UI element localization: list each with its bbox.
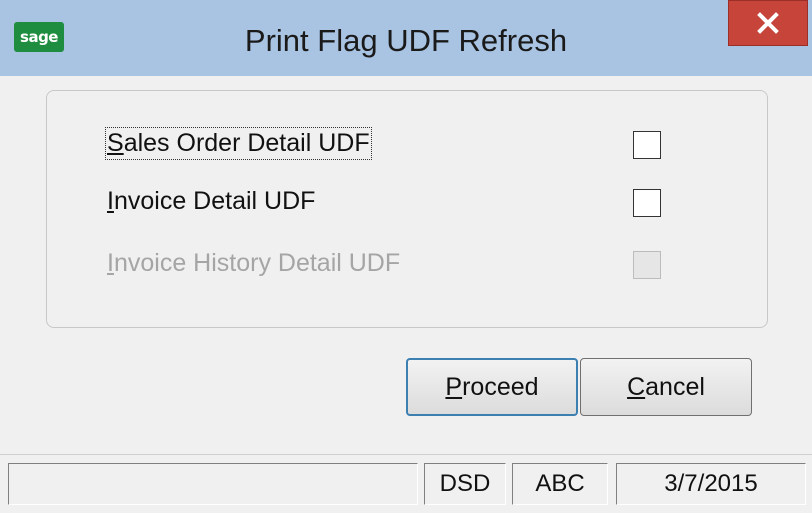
window-title: Print Flag UDF Refresh: [244, 23, 568, 58]
cancel-button[interactable]: Cancel: [580, 358, 752, 416]
invoice-detail-udf-checkbox[interactable]: [633, 189, 661, 217]
invoice-detail-udf-label[interactable]: Invoice Detail UDF: [107, 187, 315, 216]
status-company-code: DSD: [424, 463, 506, 505]
close-button[interactable]: [728, 0, 808, 46]
invoice-history-detail-udf-label: Invoice History Detail UDF: [107, 249, 401, 277]
sales-order-detail-udf-checkbox[interactable]: [633, 131, 661, 159]
options-group: Sales Order Detail UDF Invoice Detail UD…: [46, 90, 768, 328]
invoice-history-detail-udf-checkbox: [633, 251, 661, 279]
sage-logo: sage: [14, 22, 64, 52]
dialog-body: Sales Order Detail UDF Invoice Detail UD…: [10, 76, 802, 454]
status-company: ABC: [512, 463, 608, 505]
title-bar[interactable]: sage Print Flag UDF Refresh: [0, 0, 812, 76]
status-date: 3/7/2015: [616, 463, 806, 505]
dialog-window: sage Print Flag UDF Refresh Sales Order …: [0, 0, 812, 513]
sales-order-detail-udf-label[interactable]: Sales Order Detail UDF: [105, 127, 372, 160]
close-icon: [757, 12, 779, 34]
status-bar: DSD ABC 3/7/2015: [0, 454, 812, 513]
status-message-pane: [8, 463, 418, 505]
proceed-button[interactable]: Proceed: [406, 358, 578, 416]
